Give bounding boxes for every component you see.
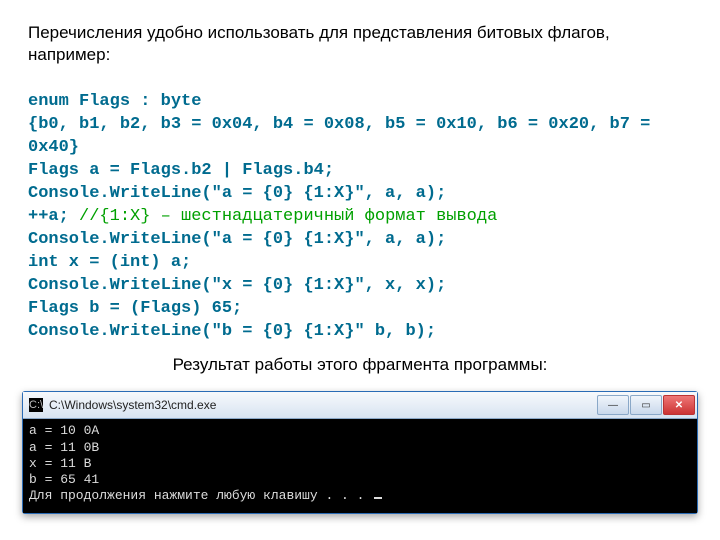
console-output: a = 10 0A a = 11 0B x = 11 B b = 65 41 Д…	[23, 419, 697, 512]
window-titlebar: C:\ C:\Windows\system32\cmd.exe — ▭ ✕	[23, 392, 697, 419]
output-line: x = 11 B	[29, 456, 91, 471]
cmd-icon: C:\	[29, 398, 43, 412]
code-line: enum Flags : byte	[28, 92, 201, 111]
window-title: C:\Windows\system32\cmd.exe	[49, 398, 597, 412]
code-line: Console.WriteLine("x = {0} {1:X}", x, x)…	[28, 276, 446, 295]
minimize-button[interactable]: —	[597, 395, 629, 415]
window-buttons: — ▭ ✕	[597, 395, 695, 415]
intro-text: Перечисления удобно использовать для пре…	[28, 22, 692, 66]
output-line: a = 11 0B	[29, 440, 99, 455]
code-line: Flags b = (Flags) 65;	[28, 299, 242, 318]
code-line: ++a;	[28, 207, 79, 226]
code-line: Console.WriteLine("a = {0} {1:X}", a, a)…	[28, 184, 446, 203]
output-line: b = 65 41	[29, 472, 99, 487]
code-line: Console.WriteLine("a = {0} {1:X}", a, a)…	[28, 230, 446, 249]
code-line: Console.WriteLine("b = {0} {1:X}" b, b);	[28, 322, 436, 341]
code-block: enum Flags : byte {b0, b1, b2, b3 = 0x04…	[28, 68, 692, 343]
close-button[interactable]: ✕	[663, 395, 695, 415]
output-line: Для продолжения нажмите любую клавишу . …	[29, 488, 372, 503]
code-line: Flags a = Flags.b2 | Flags.b4;	[28, 161, 334, 180]
result-caption: Результат работы этого фрагмента програм…	[28, 355, 692, 375]
code-comment: //{1:X} – шестнадцатеричный формат вывод…	[79, 207, 497, 226]
code-line: {b0, b1, b2, b3 = 0x04, b4 = 0x08, b5 = …	[28, 115, 661, 157]
console-window: C:\ C:\Windows\system32\cmd.exe — ▭ ✕ a …	[22, 391, 698, 513]
code-line: int x = (int) a;	[28, 253, 191, 272]
cursor-icon	[374, 497, 382, 499]
output-line: a = 10 0A	[29, 423, 99, 438]
maximize-button[interactable]: ▭	[630, 395, 662, 415]
